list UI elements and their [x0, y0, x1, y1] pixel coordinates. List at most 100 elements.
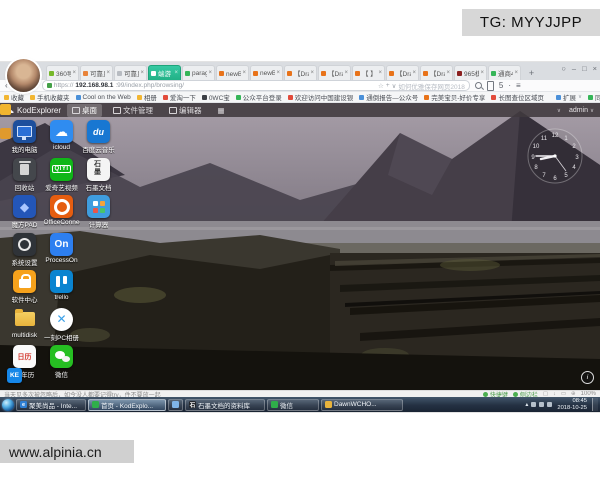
- start-button[interactable]: [2, 399, 14, 411]
- kod-start-button[interactable]: KE: [7, 368, 22, 383]
- favorites-folder[interactable]: 收藏: [4, 92, 24, 102]
- taskbar-button-app[interactable]: [168, 399, 183, 411]
- search-icon[interactable]: [475, 82, 482, 89]
- tab-close-icon[interactable]: ×: [446, 70, 450, 76]
- tab-close-icon[interactable]: ×: [344, 70, 348, 76]
- tab-close-icon[interactable]: ×: [514, 70, 518, 76]
- tab-close-icon[interactable]: ×: [480, 70, 484, 76]
- bookmark-item[interactable]: 欢迎访问中国建设银: [288, 92, 354, 102]
- bookmark-item[interactable]: 完美宝贝-好价专享: [424, 92, 485, 102]
- new-tab-button[interactable]: +: [525, 66, 538, 79]
- tab-close-icon[interactable]: ×: [242, 70, 246, 76]
- tab-close-icon[interactable]: ×: [310, 70, 314, 76]
- tab-close-icon[interactable]: ×: [106, 70, 110, 76]
- bookmark-item[interactable]: 0WC宝: [202, 92, 230, 102]
- browser-tab[interactable]: 965棋牌竞技 ×: [454, 65, 487, 80]
- browser-tab[interactable]: 【Dragon ×: [318, 65, 351, 80]
- bookmark-item[interactable]: 爱淘一下: [163, 92, 196, 102]
- quick-key-button[interactable]: 快捷键: [483, 390, 508, 397]
- bookmark-item[interactable]: Cool on the Web: [76, 94, 131, 101]
- desktop-icon-calculator[interactable]: 计算器: [80, 195, 117, 233]
- history-count[interactable]: 5: [499, 81, 503, 90]
- desktop-icon-app-store[interactable]: 软件中心: [6, 270, 43, 308]
- taskbar-button-wechat[interactable]: 微信: [267, 399, 319, 411]
- user-avatar[interactable]: [7, 59, 40, 92]
- bookmark-item[interactable]: 通倒报告—公众号: [359, 92, 418, 102]
- browser-tab[interactable]: newB ×: [250, 65, 283, 80]
- desktop-icon-recycle-bin[interactable]: 回收站: [6, 158, 43, 196]
- tray-network-icon[interactable]: [531, 402, 536, 407]
- taskbar-button-kodexplorer[interactable]: 首页 - KodExplo...: [88, 399, 166, 411]
- tray-security-icon[interactable]: [547, 402, 552, 407]
- tab-close-icon[interactable]: ×: [72, 70, 76, 76]
- sidebar-tool-icon[interactable]: [0, 128, 11, 139]
- desktop-icon-my-computer[interactable]: 我的电脑: [6, 120, 43, 158]
- desktop-icon-processon[interactable]: On ProcessOn: [43, 233, 80, 271]
- chevron-down-icon[interactable]: ∨: [392, 82, 397, 90]
- bookmark-item[interactable]: 公众平台登录: [236, 92, 282, 102]
- share-menu[interactable]: ∨: [557, 107, 561, 114]
- desktop-icon-iqiyi[interactable]: QIYI 爱奇艺视频: [43, 158, 80, 196]
- browser-tab[interactable]: 【Dragon ×: [420, 65, 453, 80]
- desktop-icon-officeconnect[interactable]: OfficeConnect: [43, 195, 80, 233]
- side-panel-button[interactable]: 侧边栏: [513, 390, 538, 397]
- info-icon[interactable]: i: [581, 371, 594, 384]
- user-menu[interactable]: admin ∨: [569, 107, 594, 114]
- kod-menu-files[interactable]: 文件管理: [108, 104, 158, 117]
- taskbar-button-ie[interactable]: e 聚美尚品 - Inte...: [16, 399, 86, 411]
- toolbar-ext-item[interactable]: 扩展∨: [556, 92, 582, 102]
- bookmark-item[interactable]: 长图查位区域页: [491, 92, 544, 102]
- browser-tab[interactable]: 通商480百人 ×: [488, 65, 521, 80]
- toolbar-ext-item[interactable]: 同步∨: [588, 92, 600, 102]
- desktop-icon-folder[interactable]: multidisk: [6, 308, 43, 346]
- kod-menu-desktop[interactable]: 桌面: [67, 104, 102, 117]
- desktop-icon-settings[interactable]: 系统设置: [6, 233, 43, 271]
- browser-tab[interactable]: 【Dragon ×: [386, 65, 419, 80]
- desktop-icon-shimo-docs[interactable]: 石墨 石墨文档: [80, 158, 117, 196]
- kod-menu-apps[interactable]: ▦: [213, 105, 230, 116]
- tab-close-icon[interactable]: ×: [174, 70, 178, 76]
- bookmark-star-icon[interactable]: ☆: [378, 82, 384, 90]
- phone-mode-icon[interactable]: [487, 81, 494, 91]
- tab-close-icon[interactable]: ×: [412, 70, 416, 76]
- browser-tab[interactable]: 可靠且_刷新 ×: [80, 65, 113, 80]
- tray-volume-icon[interactable]: [539, 402, 544, 407]
- bookmark-item[interactable]: 手机收藏夹: [30, 92, 70, 102]
- browser-tab[interactable]: 【 】 ×: [352, 65, 385, 80]
- wechat-icon: [271, 401, 278, 408]
- menu-icon[interactable]: ≡: [516, 81, 521, 90]
- desktop-icon-baidu-music[interactable]: du 百度云音乐: [80, 120, 117, 158]
- browser-tab[interactable]: paragon - ×: [182, 65, 215, 80]
- profile-circle-icon[interactable]: ○: [561, 64, 566, 73]
- tab-close-icon[interactable]: ×: [276, 70, 280, 76]
- kod-menu-editor[interactable]: 编辑器: [164, 104, 207, 117]
- browser-tab[interactable]: 【Dragon ×: [284, 65, 317, 80]
- taskbar-clock[interactable]: 08:45 2018-10-25: [555, 398, 589, 411]
- taskbar-button-shimo[interactable]: 石 石墨文档的资料库: [185, 399, 265, 411]
- address-bar[interactable]: https://192.168.98.1:99/index.php/browsi…: [42, 80, 470, 91]
- tab-close-icon[interactable]: ×: [378, 70, 382, 76]
- tab-title: 端游 - 互动: [158, 68, 173, 78]
- tab-close-icon[interactable]: ×: [208, 70, 212, 76]
- hidden-icons-arrow[interactable]: ▴: [525, 401, 528, 408]
- show-desktop-button[interactable]: [592, 398, 598, 411]
- browser-tab[interactable]: newB棋牌 ×: [216, 65, 249, 80]
- desktop-icon-trello[interactable]: trello: [43, 270, 80, 308]
- desktop-icon-pad[interactable]: ◆ 魔方PAD: [6, 195, 43, 233]
- browser-tab[interactable]: 可靠且-虚拟 ×: [114, 65, 147, 80]
- maximize-button[interactable]: □: [582, 64, 587, 73]
- close-window-button[interactable]: ×: [593, 64, 597, 73]
- bookmark-item[interactable]: 相册: [137, 92, 157, 102]
- minimize-button[interactable]: –: [572, 64, 576, 73]
- back-button[interactable]: ‹: [5, 81, 8, 91]
- browser-tab-active[interactable]: 端游 - 互动 ×: [148, 65, 181, 80]
- add-icon[interactable]: +: [386, 82, 390, 89]
- tab-close-icon[interactable]: ×: [140, 70, 144, 76]
- taskbar-button-folder[interactable]: DawnWCHO...: [321, 399, 403, 411]
- bookmark-label: Cool on the Web: [83, 94, 131, 101]
- desktop-icon-icloud[interactable]: ☁ icloud: [43, 120, 80, 158]
- browser-tab[interactable]: 360导航_新一 ×: [46, 65, 79, 80]
- sidebar-login-icon[interactable]: [0, 104, 11, 115]
- desktop-icon-photo-album[interactable]: ✕ 一刻PC相册: [43, 308, 80, 346]
- desktop-icon-wechat[interactable]: 微信: [43, 345, 80, 383]
